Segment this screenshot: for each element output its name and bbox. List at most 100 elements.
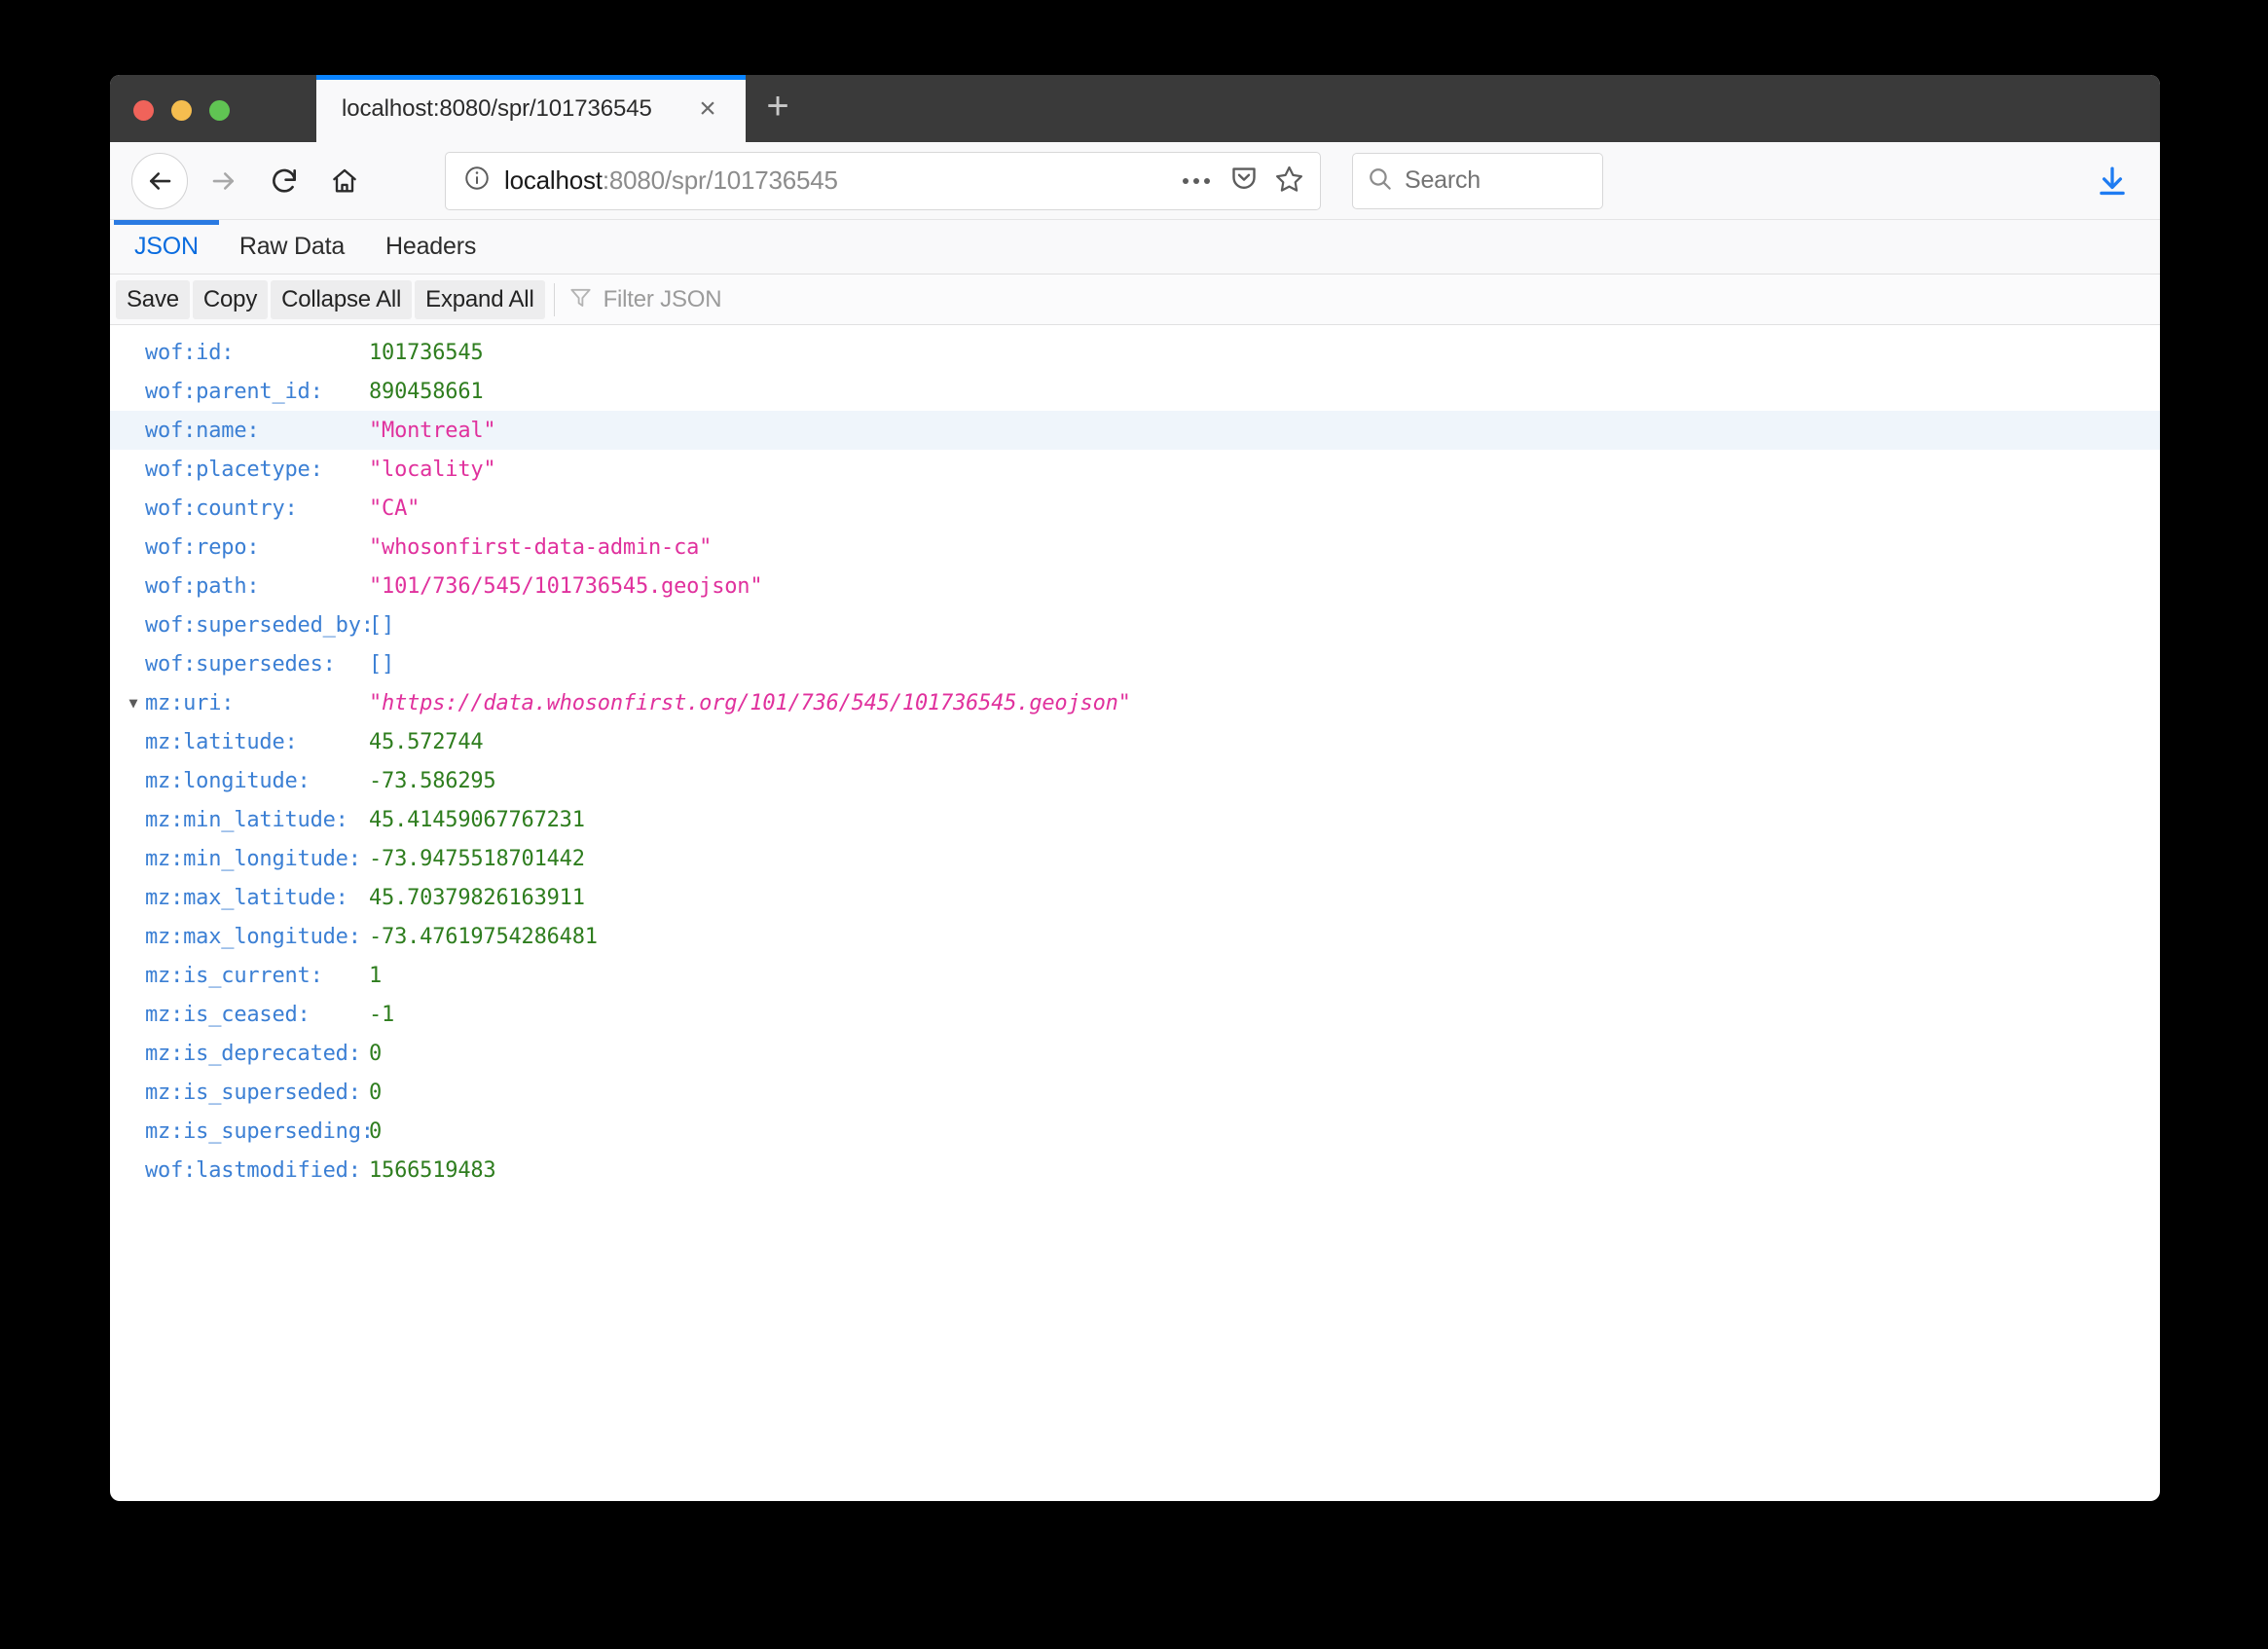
address-bar[interactable]: localhost:8080/spr/101736545: [445, 151, 1321, 210]
search-icon: [1367, 165, 1393, 197]
url-text: localhost:8080/spr/101736545: [504, 165, 1165, 196]
json-value: "locality": [369, 457, 496, 482]
filter-funnel-icon: [568, 285, 593, 314]
json-key: mz:is_superseded:: [145, 1080, 361, 1105]
json-row[interactable]: mz:max_longitude: -73.47619754286481: [110, 917, 2160, 956]
json-value: -73.47619754286481: [369, 924, 598, 949]
filter-json-input[interactable]: Filter JSON: [557, 285, 2160, 314]
json-value: -1: [369, 1002, 395, 1027]
json-row[interactable]: wof:country: "CA": [110, 489, 2160, 528]
json-value-link[interactable]: "https://data.whosonfirst.org/101/736/54…: [369, 691, 2160, 715]
pocket-shield-icon[interactable]: [1229, 164, 1259, 198]
json-value: []: [369, 612, 395, 638]
collapse-triangle-icon[interactable]: ▼: [122, 695, 145, 711]
minimize-window-button[interactable]: [171, 100, 192, 121]
json-key: wof:id:: [145, 340, 235, 365]
json-row[interactable]: wof:superseded_by:[]: [110, 605, 2160, 644]
json-value: -73.586295: [369, 768, 496, 793]
json-key: wof:lastmodified:: [145, 1157, 361, 1183]
url-path: :8080/spr/101736545: [602, 165, 838, 195]
json-key: mz:max_latitude:: [145, 885, 348, 910]
json-value: 45.70379826163911: [369, 885, 585, 910]
search-bar[interactable]: Search: [1352, 152, 1603, 209]
json-key: wof:parent_id:: [145, 379, 323, 404]
json-key: wof:country:: [145, 495, 298, 521]
url-host: localhost: [504, 165, 603, 195]
json-value: "Montreal": [369, 418, 496, 443]
navigation-toolbar: localhost:8080/spr/101736545 Search: [110, 142, 2160, 220]
json-key: wof:placetype:: [145, 457, 323, 482]
json-row[interactable]: mz:is_ceased: -1: [110, 995, 2160, 1034]
json-value: []: [369, 651, 395, 677]
reload-icon[interactable]: [254, 151, 314, 211]
site-info-icon[interactable]: [463, 165, 491, 197]
json-row[interactable]: wof:name: "Montreal": [110, 411, 2160, 450]
tab-headers[interactable]: Headers: [365, 220, 496, 274]
json-row[interactable]: mz:is_superseding: 0: [110, 1112, 2160, 1151]
json-key: mz:uri:: [145, 690, 235, 715]
json-value: -73.9475518701442: [369, 846, 585, 871]
collapse-all-button[interactable]: Collapse All: [271, 279, 413, 319]
json-value: 0: [369, 1041, 383, 1066]
json-row[interactable]: wof:lastmodified: 1566519483: [110, 1151, 2160, 1190]
json-row[interactable]: wof:repo: "whosonfirst-data-admin-ca": [110, 528, 2160, 567]
browser-window: localhost:8080/spr/101736545 × + localho…: [110, 75, 2160, 1501]
json-row[interactable]: mz:is_superseded: 0: [110, 1073, 2160, 1112]
close-icon[interactable]: ×: [689, 91, 726, 128]
new-tab-icon[interactable]: +: [746, 75, 810, 142]
url-bar-icons: [1179, 164, 1304, 199]
json-value: 45.572744: [369, 729, 484, 754]
json-row[interactable]: wof:supersedes: []: [110, 644, 2160, 683]
json-value: "101/736/545/101736545.geojson": [369, 573, 763, 599]
traffic-lights: [133, 100, 230, 121]
star-icon[interactable]: [1274, 164, 1304, 199]
json-key: wof:path:: [145, 573, 260, 599]
json-key: mz:is_deprecated:: [145, 1041, 361, 1066]
json-key: mz:is_current:: [145, 963, 323, 988]
filter-json-placeholder: Filter JSON: [603, 285, 722, 312]
json-key: wof:supersedes:: [145, 651, 336, 677]
json-key: wof:name:: [145, 418, 260, 443]
json-row[interactable]: mz:max_latitude: 45.70379826163911: [110, 878, 2160, 917]
save-button[interactable]: Save: [116, 279, 190, 319]
json-row[interactable]: mz:longitude: -73.586295: [110, 761, 2160, 800]
expand-all-button[interactable]: Expand All: [415, 279, 545, 319]
maximize-window-button[interactable]: [209, 100, 230, 121]
json-rows-panel: wof:id: 101736545 wof:parent_id: 890458661 w…: [110, 325, 2160, 1443]
json-row[interactable]: mz:min_latitude: 45.41459067767231: [110, 800, 2160, 839]
tab-raw-data[interactable]: Raw Data: [219, 220, 365, 274]
close-window-button[interactable]: [133, 100, 154, 121]
tab-json[interactable]: JSON: [114, 220, 219, 274]
title-bar: localhost:8080/spr/101736545 × +: [110, 75, 2160, 142]
json-value: "whosonfirst-data-admin-ca": [369, 534, 713, 560]
json-value: 101736545: [369, 340, 484, 365]
json-row[interactable]: mz:latitude: 45.572744: [110, 722, 2160, 761]
back-arrow-icon[interactable]: [131, 152, 188, 209]
json-row[interactable]: mz:is_current: 1: [110, 956, 2160, 995]
json-row[interactable]: mz:is_deprecated: 0: [110, 1034, 2160, 1073]
download-arrow-icon[interactable]: [2086, 155, 2139, 207]
json-value: 45.41459067767231: [369, 807, 585, 832]
browser-tab-active[interactable]: localhost:8080/spr/101736545 ×: [316, 75, 746, 142]
json-row[interactable]: wof:id: 101736545: [110, 333, 2160, 372]
json-value: 1566519483: [369, 1157, 496, 1183]
json-row[interactable]: wof:parent_id: 890458661: [110, 372, 2160, 411]
json-row[interactable]: wof:path: "101/736/545/101736545.geojson": [110, 567, 2160, 605]
home-icon[interactable]: [314, 151, 375, 211]
tab-title: localhost:8080/spr/101736545: [342, 94, 652, 122]
json-row[interactable]: ▼ mz:uri: "https://data.whosonfirst.org/10…: [110, 683, 2160, 722]
json-key: mz:is_superseding:: [145, 1118, 374, 1144]
ellipsis-icon[interactable]: [1179, 177, 1214, 184]
forward-arrow-icon[interactable]: [194, 151, 254, 211]
json-row[interactable]: mz:min_longitude: -73.9475518701442: [110, 839, 2160, 878]
json-value: 0: [369, 1080, 383, 1105]
json-row[interactable]: wof:placetype: "locality": [110, 450, 2160, 489]
json-key: mz:min_latitude:: [145, 807, 348, 832]
json-value: 1: [369, 963, 383, 988]
search-input[interactable]: Search: [1405, 166, 1481, 195]
json-viewer-toolbar: Save Copy Collapse All Expand All Filter…: [110, 275, 2160, 325]
copy-button[interactable]: Copy: [192, 279, 269, 319]
json-viewer-tabs: JSON Raw Data Headers: [110, 220, 2160, 275]
json-key: wof:superseded_by:: [145, 612, 374, 638]
toolbar-divider: [553, 282, 555, 316]
